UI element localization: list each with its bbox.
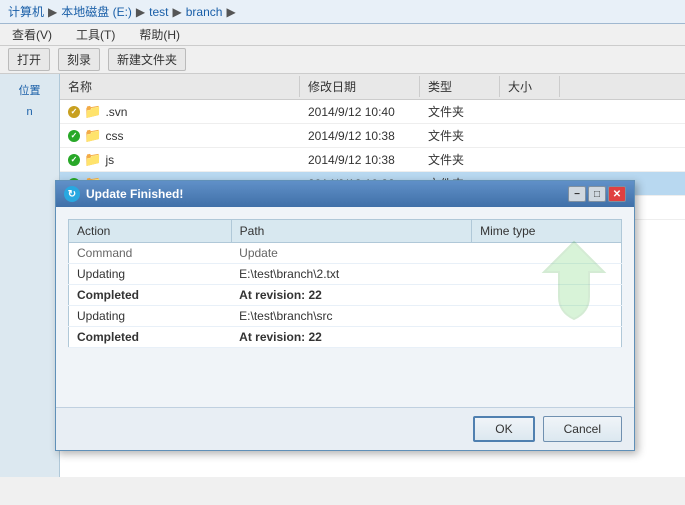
table-row[interactable]: ✓ 📁 css 2014/9/12 10:38 文件夹 xyxy=(60,124,685,148)
cancel-button[interactable]: Cancel xyxy=(543,416,622,442)
ok-button[interactable]: OK xyxy=(473,416,534,442)
breadcrumb-test[interactable]: test xyxy=(149,5,168,19)
dialog-body: Action Path Mime type Command Update Upd… xyxy=(56,207,634,407)
update-arrow-icon xyxy=(534,237,614,330)
svn-badge-icon: ✓ xyxy=(68,154,80,166)
dialog-footer: OK Cancel xyxy=(56,407,634,450)
sidebar-nav[interactable]: n xyxy=(4,106,55,118)
maximize-button[interactable]: □ xyxy=(588,186,606,202)
log-action: Updating xyxy=(69,306,232,327)
log-path: At revision: 22 xyxy=(231,327,471,348)
folder-icon: 📁 xyxy=(84,127,101,144)
file-name-cell: ✓ 📁 css xyxy=(60,124,300,147)
log-path: At revision: 22 xyxy=(231,285,471,306)
file-size-cell xyxy=(500,157,560,163)
menu-tools[interactable]: 工具(T) xyxy=(72,24,119,45)
breadcrumb-branch[interactable]: branch xyxy=(186,5,223,19)
breadcrumb-computer[interactable]: 计算机 xyxy=(8,3,44,20)
file-type-cell: 文件夹 xyxy=(420,100,500,123)
dialog-title-bar: ↻ Update Finished! − □ ✕ xyxy=(56,181,634,207)
sidebar-location[interactable]: 位置 xyxy=(4,82,55,98)
toolbar: 打开 刻录 新建文件夹 xyxy=(0,46,685,74)
col-path: Path xyxy=(231,220,471,243)
log-action: Completed xyxy=(69,327,232,348)
file-type-cell: 文件夹 xyxy=(420,124,500,147)
folder-icon: 📁 xyxy=(84,103,101,120)
file-type-cell: 文件夹 xyxy=(420,148,500,171)
menu-help[interactable]: 帮助(H) xyxy=(135,24,184,45)
dialog-controls: − □ ✕ xyxy=(568,186,626,202)
explorer-window: 计算机 ▶ 本地磁盘 (E:) ▶ test ▶ branch ▶ 查看(V) … xyxy=(0,0,685,505)
update-finished-dialog: ↻ Update Finished! − □ ✕ Action Path Mim… xyxy=(55,180,635,451)
close-button[interactable]: ✕ xyxy=(608,186,626,202)
new-folder-button[interactable]: 新建文件夹 xyxy=(108,48,186,71)
folder-icon: 📁 xyxy=(84,151,101,168)
log-path: E:\test\branch\2.txt xyxy=(231,264,471,285)
header-size[interactable]: 大小 xyxy=(500,76,560,97)
file-name-cell: ✓ 📁 js xyxy=(60,148,300,171)
dialog-title: Update Finished! xyxy=(86,187,562,201)
col-action: Action xyxy=(69,220,232,243)
file-list-header: 名称 修改日期 类型 大小 xyxy=(60,74,685,100)
breadcrumb: 计算机 ▶ 本地磁盘 (E:) ▶ test ▶ branch ▶ xyxy=(0,0,685,24)
log-action: Command xyxy=(69,243,232,264)
file-date-cell: 2014/9/12 10:38 xyxy=(300,150,420,170)
log-path: Update xyxy=(231,243,471,264)
file-date-cell: 2014/9/12 10:40 xyxy=(300,102,420,122)
file-name: js xyxy=(105,153,114,167)
minimize-button[interactable]: − xyxy=(568,186,586,202)
file-name-cell: ✓ 📁 .svn xyxy=(60,100,300,123)
sidebar: 位置 n xyxy=(0,74,60,477)
open-button[interactable]: 打开 xyxy=(8,48,50,71)
arrow-svg xyxy=(534,237,614,327)
burn-button[interactable]: 刻录 xyxy=(58,48,100,71)
log-action: Updating xyxy=(69,264,232,285)
header-name[interactable]: 名称 xyxy=(60,76,300,97)
log-action: Completed xyxy=(69,285,232,306)
file-name: css xyxy=(105,129,123,143)
dialog-icon: ↻ xyxy=(64,186,80,202)
table-row[interactable]: ✓ 📁 .svn 2014/9/12 10:40 文件夹 xyxy=(60,100,685,124)
menu-bar: 查看(V) 工具(T) 帮助(H) xyxy=(0,24,685,46)
header-date[interactable]: 修改日期 xyxy=(300,76,420,97)
file-size-cell xyxy=(500,109,560,115)
table-row[interactable]: ✓ 📁 js 2014/9/12 10:38 文件夹 xyxy=(60,148,685,172)
log-path: E:\test\branch\src xyxy=(231,306,471,327)
file-size-cell xyxy=(500,133,560,139)
svn-badge-icon: ✓ xyxy=(68,130,80,142)
file-date-cell: 2014/9/12 10:38 xyxy=(300,126,420,146)
file-name: .svn xyxy=(105,105,127,119)
svn-badge-icon: ✓ xyxy=(68,106,80,118)
breadcrumb-drive[interactable]: 本地磁盘 (E:) xyxy=(61,3,132,20)
header-type[interactable]: 类型 xyxy=(420,76,500,97)
menu-view[interactable]: 查看(V) xyxy=(8,24,56,45)
